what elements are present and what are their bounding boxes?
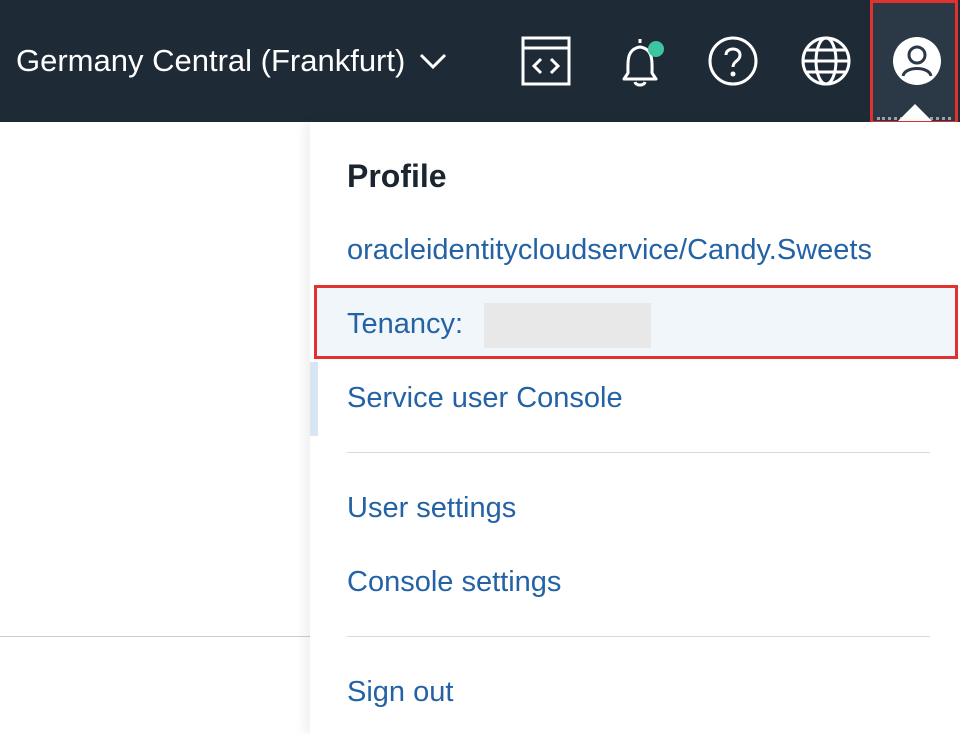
user-settings-link[interactable]: User settings — [347, 492, 516, 525]
code-editor-icon — [521, 36, 571, 86]
service-user-console-link[interactable]: Service user Console — [347, 382, 623, 415]
region-label: Germany Central (Frankfurt) — [16, 43, 406, 78]
profile-menu-button[interactable] — [870, 0, 958, 124]
user-profile-icon — [893, 37, 941, 85]
help-icon — [708, 36, 758, 86]
profile-heading: Profile — [347, 158, 447, 194]
bell-icon — [622, 39, 664, 87]
chevron-down-icon — [420, 53, 447, 70]
console-settings-link[interactable]: Console settings — [347, 566, 561, 599]
notification-dot — [648, 41, 664, 57]
menu-divider — [347, 452, 930, 453]
focus-indicator-bar — [310, 362, 318, 436]
globe-icon — [801, 36, 851, 86]
help-button[interactable] — [705, 33, 761, 89]
tenancy-item[interactable]: Tenancy: — [314, 285, 958, 359]
language-button[interactable] — [798, 33, 854, 89]
code-editor-button[interactable] — [518, 33, 574, 89]
profile-dropdown-menu: Profile oracleidentitycloudservice/Candy… — [310, 122, 960, 734]
notifications-button[interactable] — [612, 33, 668, 89]
region-selector[interactable]: Germany Central (Frankfurt) — [16, 36, 449, 86]
top-navigation-bar: Germany Central (Frankfurt) — [0, 0, 960, 124]
page-divider — [0, 636, 310, 637]
username-link[interactable]: oracleidentitycloudservice/Candy.Sweets — [347, 234, 872, 267]
tenancy-value-redacted — [484, 303, 651, 348]
tenancy-label: Tenancy: — [347, 308, 464, 340]
menu-divider — [347, 636, 930, 637]
sign-out-link[interactable]: Sign out — [347, 676, 453, 709]
menu-caret — [898, 104, 932, 121]
page-background — [0, 122, 310, 734]
